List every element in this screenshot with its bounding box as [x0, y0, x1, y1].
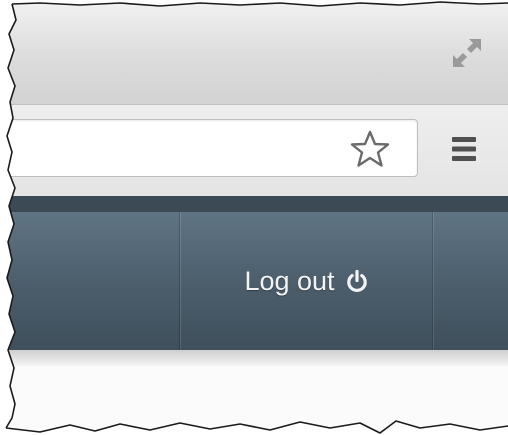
screenshot-excerpt: Log out [0, 0, 508, 435]
torn-paper-edges [0, 0, 508, 435]
